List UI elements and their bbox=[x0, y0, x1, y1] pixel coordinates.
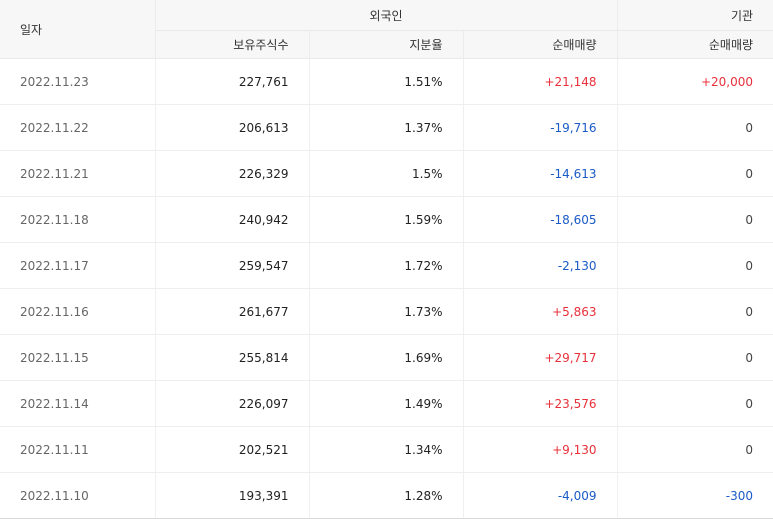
table-row: 2022.11.18 240,942 1.59% -18,605 0 bbox=[0, 196, 773, 243]
share-ratio-cell: 1.51% bbox=[309, 58, 464, 105]
share-ratio-cell: 1.59% bbox=[309, 196, 464, 243]
date-cell: 2022.11.17 bbox=[0, 242, 156, 289]
foreign-net-cell: -18,605 bbox=[463, 196, 618, 243]
holdings-cell: 226,329 bbox=[155, 150, 310, 197]
table-row: 2022.11.23 227,761 1.51% +21,148 +20,000 bbox=[0, 58, 773, 105]
foreign-net-cell: -14,613 bbox=[463, 150, 618, 197]
share-ratio-cell: 1.37% bbox=[309, 104, 464, 151]
holdings-cell: 255,814 bbox=[155, 334, 310, 381]
date-cell: 2022.11.21 bbox=[0, 150, 156, 197]
holdings-cell: 226,097 bbox=[155, 380, 310, 427]
date-cell: 2022.11.14 bbox=[0, 380, 156, 427]
holdings-column-header: 보유주식수 bbox=[155, 30, 310, 59]
share-ratio-cell: 1.28% bbox=[309, 472, 464, 519]
institution-net-cell: 0 bbox=[617, 150, 773, 197]
institution-net-cell: +20,000 bbox=[617, 58, 773, 105]
institution-group-header: 기관 bbox=[617, 0, 773, 31]
foreign-net-column-header: 순매매량 bbox=[463, 30, 618, 59]
table-row: 2022.11.14 226,097 1.49% +23,576 0 bbox=[0, 380, 773, 427]
date-cell: 2022.11.16 bbox=[0, 288, 156, 335]
holdings-cell: 193,391 bbox=[155, 472, 310, 519]
holdings-cell: 206,613 bbox=[155, 104, 310, 151]
institution-net-cell: 0 bbox=[617, 104, 773, 151]
foreign-net-cell: -2,130 bbox=[463, 242, 618, 289]
table-row: 2022.11.21 226,329 1.5% -14,613 0 bbox=[0, 150, 773, 197]
table-row: 2022.11.10 193,391 1.28% -4,009 -300 bbox=[0, 472, 773, 519]
foreign-net-cell: +29,717 bbox=[463, 334, 618, 381]
table-header: 일자 외국인 기관 보유주식수 지분율 순매매량 순매매량 bbox=[0, 0, 773, 59]
holdings-cell: 227,761 bbox=[155, 58, 310, 105]
foreign-net-cell: +23,576 bbox=[463, 380, 618, 427]
institution-net-cell: 0 bbox=[617, 196, 773, 243]
institution-net-cell: 0 bbox=[617, 242, 773, 289]
share-ratio-column-header: 지분율 bbox=[309, 30, 464, 59]
share-ratio-cell: 1.49% bbox=[309, 380, 464, 427]
date-cell: 2022.11.23 bbox=[0, 58, 156, 105]
date-cell: 2022.11.22 bbox=[0, 104, 156, 151]
holdings-cell: 202,521 bbox=[155, 426, 310, 473]
table-row: 2022.11.16 261,677 1.73% +5,863 0 bbox=[0, 288, 773, 335]
date-column-header: 일자 bbox=[0, 0, 156, 59]
institution-net-cell: 0 bbox=[617, 380, 773, 427]
date-cell: 2022.11.10 bbox=[0, 472, 156, 519]
foreign-net-cell: +21,148 bbox=[463, 58, 618, 105]
table-body: 2022.11.23 227,761 1.51% +21,148 +20,000 2022… bbox=[0, 58, 773, 519]
institution-net-cell: 0 bbox=[617, 288, 773, 335]
holdings-cell: 259,547 bbox=[155, 242, 310, 289]
foreign-net-cell: -19,716 bbox=[463, 104, 618, 151]
institution-net-cell: 0 bbox=[617, 426, 773, 473]
institution-net-cell: -300 bbox=[617, 472, 773, 519]
share-ratio-cell: 1.72% bbox=[309, 242, 464, 289]
institution-net-cell: 0 bbox=[617, 334, 773, 381]
foreign-group-header: 외국인 bbox=[155, 0, 618, 31]
date-cell: 2022.11.11 bbox=[0, 426, 156, 473]
share-ratio-cell: 1.69% bbox=[309, 334, 464, 381]
table-row: 2022.11.15 255,814 1.69% +29,717 0 bbox=[0, 334, 773, 381]
holdings-cell: 261,677 bbox=[155, 288, 310, 335]
share-ratio-cell: 1.73% bbox=[309, 288, 464, 335]
institution-net-column-header: 순매매량 bbox=[617, 30, 773, 59]
foreign-net-cell: +5,863 bbox=[463, 288, 618, 335]
table-row: 2022.11.11 202,521 1.34% +9,130 0 bbox=[0, 426, 773, 473]
foreign-net-cell: -4,009 bbox=[463, 472, 618, 519]
date-cell: 2022.11.15 bbox=[0, 334, 156, 381]
share-ratio-cell: 1.34% bbox=[309, 426, 464, 473]
foreign-net-cell: +9,130 bbox=[463, 426, 618, 473]
table-row: 2022.11.17 259,547 1.72% -2,130 0 bbox=[0, 242, 773, 289]
investor-trading-table: 일자 외국인 기관 보유주식수 지분율 순매매량 순매매량 2022.11.23… bbox=[0, 0, 773, 519]
table-row: 2022.11.22 206,613 1.37% -19,716 0 bbox=[0, 104, 773, 151]
holdings-cell: 240,942 bbox=[155, 196, 310, 243]
date-cell: 2022.11.18 bbox=[0, 196, 156, 243]
share-ratio-cell: 1.5% bbox=[309, 150, 464, 197]
